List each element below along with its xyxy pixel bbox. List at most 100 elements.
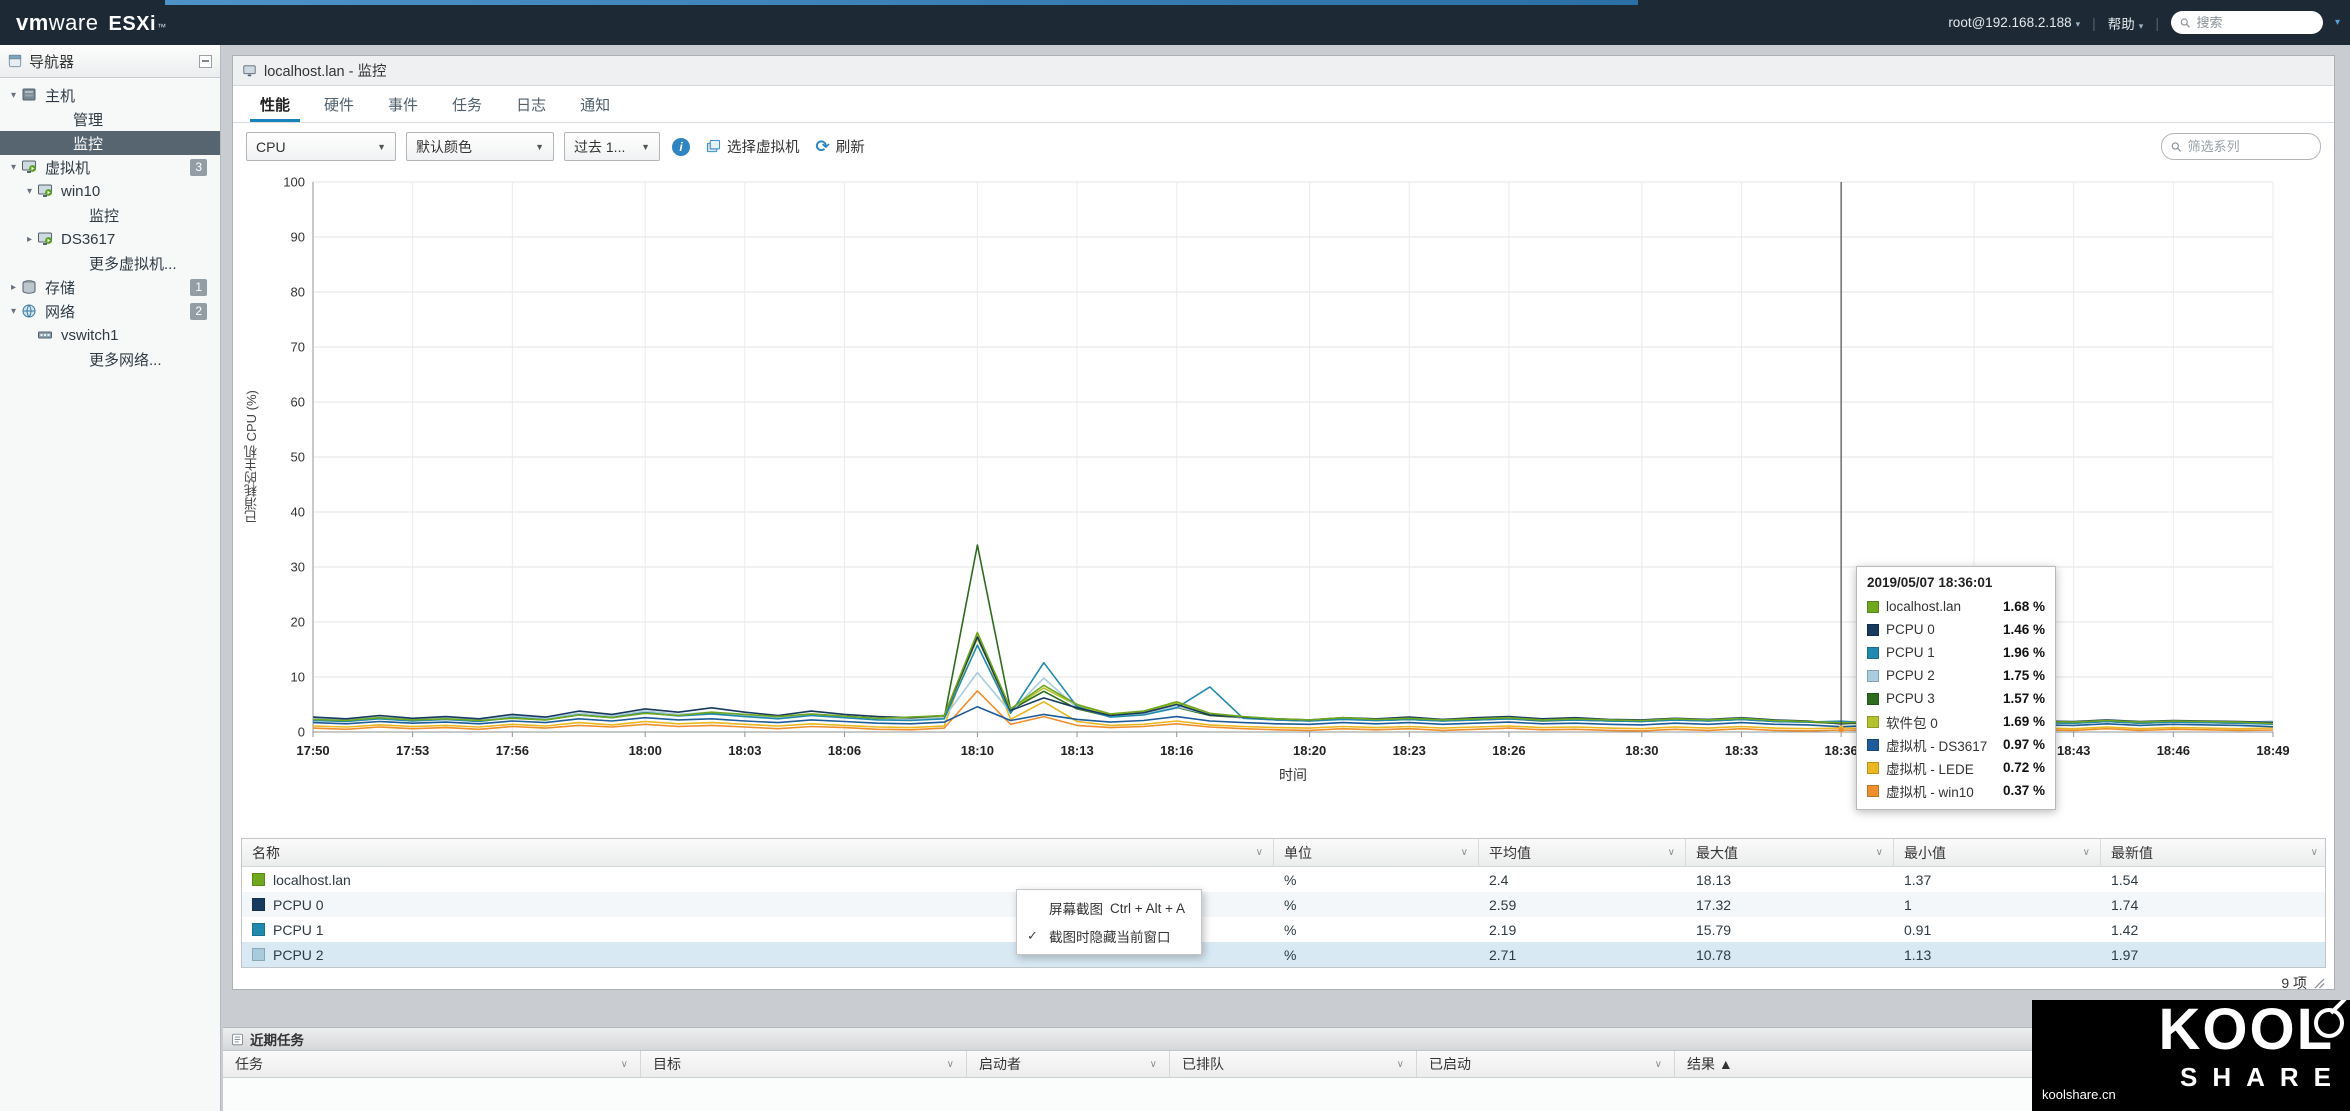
sidebar-item-vm-ds3617[interactable]: ▸ DS3617: [0, 227, 220, 251]
sidebar-item-vm-win10[interactable]: ▾ win10: [0, 179, 220, 203]
vm-stack-icon: [706, 139, 721, 153]
sidebar-item-networking[interactable]: ▾ 网络 2: [0, 299, 220, 323]
sidebar-item-label: 管理: [73, 111, 104, 129]
series-filter[interactable]: [2161, 133, 2321, 160]
select-vms-button[interactable]: 选择虚拟机: [706, 136, 800, 157]
sidebar-item-more-networks[interactable]: 更多网络...: [0, 347, 220, 371]
svg-text:18:49: 18:49: [2256, 743, 2289, 758]
table-footer: 9 项: [233, 968, 2334, 998]
tasks-column-header[interactable]: 已排队 ∨: [1170, 1051, 1417, 1077]
sidebar-item-label: win10: [61, 182, 101, 200]
tasks-column-header[interactable]: 已启动 ∨: [1417, 1051, 1675, 1077]
time-range-select[interactable]: 过去 1... ▼: [564, 132, 660, 161]
filter-chevron-icon[interactable]: ∨: [1668, 847, 1675, 858]
filter-chevron-icon[interactable]: ∨: [2311, 847, 2318, 858]
expand-down-icon[interactable]: ▾: [6, 162, 21, 173]
series-swatch: [252, 948, 265, 961]
host-icon: [21, 87, 39, 103]
tab-hardware[interactable]: 硬件: [307, 86, 371, 122]
column-header[interactable]: 名称 ∨: [242, 839, 1274, 866]
search-dropdown-icon[interactable]: ▾: [2335, 17, 2340, 28]
logo-ware-text: ware: [48, 9, 99, 35]
sidebar-item-host-monitor[interactable]: 监控: [0, 131, 220, 155]
collapse-sidebar-button[interactable]: [199, 54, 212, 68]
filter-chevron-icon[interactable]: ∨: [621, 1059, 628, 1070]
sidebar-item-label: vswitch1: [61, 326, 119, 344]
tasks-column-header[interactable]: 任务 ∨: [223, 1051, 641, 1077]
tab-notifications[interactable]: 通知: [563, 86, 627, 122]
filter-chevron-icon[interactable]: ∨: [1655, 1059, 1662, 1070]
shortcut-label: Ctrl + Alt + A: [1110, 900, 1186, 916]
navigator-sidebar: 导航器 ▾ 主机 管理 监控 ▾ 虚拟机 3 ▾ win10 监控 ▸ DS3617 更多虚拟机... ▸…: [0, 45, 221, 1111]
expand-right-icon[interactable]: ▸: [6, 282, 21, 293]
screenshot-context-menu: 屏幕截图 Ctrl + Alt + A ✓ 截图时隐藏当前窗口: [1016, 889, 1202, 955]
sidebar-item-more-vms[interactable]: 更多虚拟机...: [0, 251, 220, 275]
sidebar-item-virtual-machines[interactable]: ▾ 虚拟机 3: [0, 155, 220, 179]
svg-text:70: 70: [291, 340, 305, 355]
series-swatch: [252, 873, 265, 886]
tooltip-row: 虚拟机 - win10 0.37 %: [1867, 779, 2045, 802]
sidebar-item-label: 存储: [45, 279, 76, 297]
table-row[interactable]: PCPU 2% 2.71 10.78 1.13 1.97: [242, 942, 2325, 967]
info-icon[interactable]: i: [672, 137, 690, 156]
filter-chevron-icon[interactable]: ∨: [1397, 1059, 1404, 1070]
table-row[interactable]: localhost.lan% 2.4 18.13 1.37 1.54: [242, 867, 2325, 892]
recent-tasks-header[interactable]: 近期任务: [223, 1027, 2350, 1051]
column-header[interactable]: 最大值 ∨: [1686, 839, 1894, 866]
vm-icon: [37, 231, 55, 247]
filter-chevron-icon[interactable]: ∨: [947, 1059, 954, 1070]
filter-chevron-icon[interactable]: ∨: [2083, 847, 2090, 858]
range-select-value: 过去 1...: [574, 138, 626, 155]
filter-chevron-icon[interactable]: ∨: [1256, 847, 1263, 858]
svg-text:30: 30: [291, 560, 305, 575]
color-scheme-select[interactable]: 默认颜色 ▼: [406, 132, 554, 161]
sidebar-item-storage[interactable]: ▸ 存储 1: [0, 275, 220, 299]
search-input[interactable]: [2196, 15, 2314, 30]
tab-events[interactable]: 事件: [371, 86, 435, 122]
host-icon: [243, 64, 256, 76]
sidebar-item-vswitch1[interactable]: vswitch1: [0, 323, 220, 347]
tooltip-rows: localhost.lan 1.68 % PCPU 0 1.46 % PCPU 1 1.9…: [1867, 595, 2045, 802]
tab-tasks[interactable]: 任务: [435, 86, 499, 122]
expand-right-icon[interactable]: ▸: [22, 234, 37, 245]
column-header[interactable]: 最新值 ∨: [2101, 839, 2328, 866]
expand-down-icon[interactable]: ▾: [6, 90, 21, 101]
context-menu-item[interactable]: ✓ 截图时隐藏当前窗口: [1017, 922, 1201, 950]
help-menu[interactable]: 帮助 ▾: [2108, 13, 2144, 33]
column-header[interactable]: 平均值 ∨: [1479, 839, 1686, 866]
sidebar-item-host[interactable]: ▾ 主机: [0, 83, 220, 107]
watermark-kool-text: KOOL: [2158, 1000, 2334, 1062]
tasks-column-header[interactable]: 启动者 ∨: [967, 1051, 1170, 1077]
filter-chevron-icon[interactable]: ∨: [1150, 1059, 1157, 1070]
svg-text:50: 50: [291, 450, 305, 465]
sidebar-item-host-manage[interactable]: 管理: [0, 107, 220, 131]
tasks-column-header[interactable]: 目标 ∨: [641, 1051, 967, 1077]
series-swatch: [1867, 784, 1879, 797]
svg-text:18:16: 18:16: [1160, 743, 1193, 758]
expand-down-icon[interactable]: ▾: [6, 306, 21, 317]
resize-grip-icon[interactable]: [2314, 977, 2325, 989]
filter-chevron-icon[interactable]: ∨: [1461, 847, 1468, 858]
tooltip-row: PCPU 2 1.75 %: [1867, 664, 2045, 687]
tab-performance[interactable]: 性能: [243, 86, 307, 122]
tab-logs[interactable]: 日志: [499, 86, 563, 122]
tasks-column-headers: 任务∨目标∨启动者∨已排队∨已启动∨结果 ▲∨: [223, 1051, 2350, 1078]
svg-text:18:36: 18:36: [1825, 743, 1858, 758]
context-menu-item[interactable]: 屏幕截图 Ctrl + Alt + A: [1017, 894, 1201, 922]
filter-chevron-icon[interactable]: ∨: [1876, 847, 1883, 858]
user-menu[interactable]: root@192.168.2.188 ▾: [1948, 15, 2080, 30]
table-row[interactable]: PCPU 1% 2.19 15.79 0.91 1.42: [242, 917, 2325, 942]
column-header[interactable]: 最小值 ∨: [1894, 839, 2101, 866]
svg-text:18:20: 18:20: [1293, 743, 1326, 758]
expand-down-icon[interactable]: ▾: [22, 186, 37, 197]
column-header[interactable]: 单位 ∨: [1274, 839, 1479, 866]
metric-select[interactable]: CPU ▼: [246, 132, 396, 161]
svg-text:17:53: 17:53: [396, 743, 429, 758]
sidebar-item-vm-win10-monitor[interactable]: 监控: [0, 203, 220, 227]
series-swatch: [1867, 600, 1879, 613]
global-search[interactable]: [2170, 11, 2323, 34]
tooltip-timestamp: 2019/05/07 18:36:01: [1867, 575, 1993, 590]
refresh-button[interactable]: ⟳ 刷新: [816, 136, 865, 157]
series-filter-input[interactable]: [2187, 139, 2311, 154]
table-row[interactable]: PCPU 0% 2.59 17.32 1 1.74: [242, 892, 2325, 917]
